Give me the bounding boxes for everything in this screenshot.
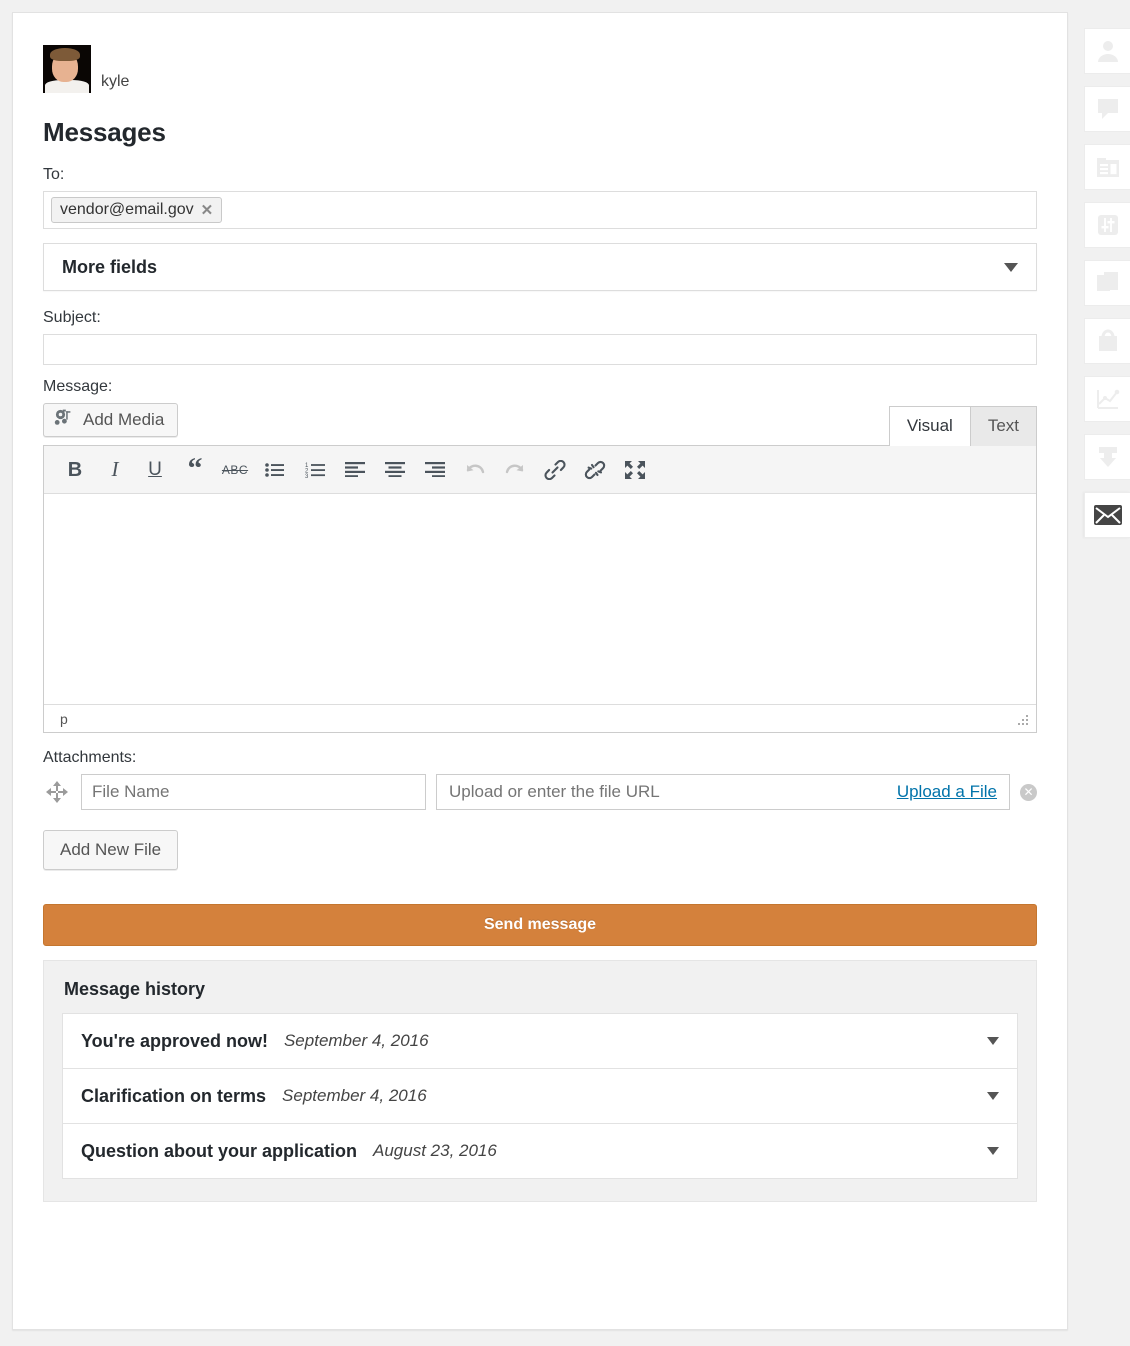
- to-label: To:: [43, 166, 1037, 184]
- recipient-chip[interactable]: vendor@email.gov ✕: [51, 197, 222, 223]
- chevron-down-icon[interactable]: [987, 1147, 999, 1155]
- italic-icon[interactable]: I: [96, 451, 134, 489]
- app-root: kyle Messages To: vendor@email.gov ✕ Mor…: [0, 0, 1130, 1346]
- add-new-file-button[interactable]: Add New File: [43, 830, 178, 870]
- history-subject: Question about your application: [81, 1141, 357, 1162]
- subject-input[interactable]: [43, 334, 1037, 365]
- rail-item-layout[interactable]: [1084, 144, 1130, 190]
- history-row[interactable]: You're approved now! September 4, 2016: [62, 1013, 1018, 1069]
- rail-item-profile[interactable]: [1084, 28, 1130, 74]
- drag-move-icon[interactable]: [43, 778, 71, 806]
- editor-header: Add Media Visual Text: [43, 403, 1037, 445]
- settings-sliders-icon: [1095, 212, 1121, 238]
- editor-mode-tabs: Visual Text: [889, 405, 1037, 445]
- svg-text:3: 3: [305, 474, 309, 478]
- bold-icon[interactable]: B: [56, 451, 94, 489]
- add-media-button[interactable]: Add Media: [43, 403, 178, 437]
- recipients-field[interactable]: vendor@email.gov ✕: [43, 191, 1037, 229]
- file-url-input[interactable]: [447, 781, 897, 803]
- attachments-label: Attachments:: [43, 749, 1037, 767]
- resize-grip-icon[interactable]: [1016, 713, 1028, 725]
- history-subject: Clarification on terms: [81, 1086, 266, 1107]
- message-history-title: Message history: [64, 979, 1018, 1000]
- media-icon: [54, 409, 74, 432]
- more-fields-label: More fields: [62, 257, 157, 278]
- rail-item-store[interactable]: [1084, 318, 1130, 364]
- rail-item-download[interactable]: [1084, 434, 1130, 480]
- rail-item-copies[interactable]: [1084, 260, 1130, 306]
- avatar: [43, 45, 91, 93]
- insert-link-icon[interactable]: [536, 451, 574, 489]
- history-row[interactable]: Question about your application August 2…: [62, 1123, 1018, 1179]
- history-date: September 4, 2016: [284, 1031, 429, 1051]
- user-row: kyle: [43, 41, 1037, 93]
- tab-visual[interactable]: Visual: [889, 406, 971, 446]
- history-row[interactable]: Clarification on terms September 4, 2016: [62, 1068, 1018, 1124]
- attachment-row: Upload a File ✕: [43, 774, 1037, 810]
- subject-label: Subject:: [43, 309, 1037, 327]
- message-history-panel: Message history You're approved now! Sep…: [43, 960, 1037, 1202]
- editor-toolbar: B I U “ ABC 1: [44, 446, 1036, 494]
- message-textarea[interactable]: [44, 494, 1036, 704]
- file-name-input[interactable]: [81, 774, 426, 810]
- align-center-icon[interactable]: [376, 451, 414, 489]
- mail-icon: [1093, 503, 1123, 527]
- profile-icon: [1095, 38, 1121, 64]
- strikethrough-icon[interactable]: ABC: [216, 451, 254, 489]
- comment-icon: [1095, 96, 1121, 122]
- underline-icon[interactable]: U: [136, 451, 174, 489]
- copy-icon: [1095, 270, 1121, 296]
- editor-path-status: p: [60, 711, 68, 727]
- tab-text[interactable]: Text: [970, 406, 1037, 446]
- close-icon[interactable]: ✕: [201, 203, 214, 218]
- chevron-down-icon[interactable]: [987, 1092, 999, 1100]
- rail-item-analytics[interactable]: [1084, 376, 1130, 422]
- redo-icon[interactable]: [496, 451, 534, 489]
- history-date: September 4, 2016: [282, 1086, 427, 1106]
- rail-item-messages[interactable]: [1084, 492, 1130, 538]
- page-title: Messages: [43, 117, 1037, 148]
- messages-card: kyle Messages To: vendor@email.gov ✕ Mor…: [12, 12, 1068, 1330]
- username-label: kyle: [101, 74, 129, 93]
- chevron-down-icon[interactable]: [987, 1037, 999, 1045]
- layout-icon: [1095, 154, 1121, 180]
- undo-icon[interactable]: [456, 451, 494, 489]
- align-right-icon[interactable]: [416, 451, 454, 489]
- align-left-icon[interactable]: [336, 451, 374, 489]
- fullscreen-icon[interactable]: [616, 451, 654, 489]
- download-icon: [1095, 444, 1121, 470]
- rail-item-comments[interactable]: [1084, 86, 1130, 132]
- analytics-icon: [1095, 386, 1121, 412]
- blockquote-icon[interactable]: “: [176, 451, 214, 489]
- remove-circle-icon[interactable]: ✕: [1020, 784, 1037, 801]
- more-fields-toggle[interactable]: More fields: [43, 243, 1037, 291]
- send-message-button[interactable]: Send message: [43, 904, 1037, 946]
- recipient-email: vendor@email.gov: [60, 201, 194, 219]
- add-media-label: Add Media: [83, 410, 164, 430]
- history-subject: You're approved now!: [81, 1031, 268, 1052]
- rail-item-settings[interactable]: [1084, 202, 1130, 248]
- chevron-down-icon: [1004, 263, 1018, 272]
- numbered-list-icon[interactable]: 1 2 3: [296, 451, 334, 489]
- message-editor: B I U “ ABC 1: [43, 445, 1037, 733]
- right-rail: [1084, 28, 1130, 550]
- editor-status-bar: p: [44, 704, 1036, 732]
- file-url-field: Upload a File: [436, 774, 1010, 810]
- remove-link-icon[interactable]: [576, 451, 614, 489]
- message-label: Message:: [43, 378, 1037, 396]
- bulleted-list-icon[interactable]: [256, 451, 294, 489]
- history-date: August 23, 2016: [373, 1141, 497, 1161]
- upload-a-file-link[interactable]: Upload a File: [897, 782, 997, 802]
- bag-icon: [1095, 328, 1121, 354]
